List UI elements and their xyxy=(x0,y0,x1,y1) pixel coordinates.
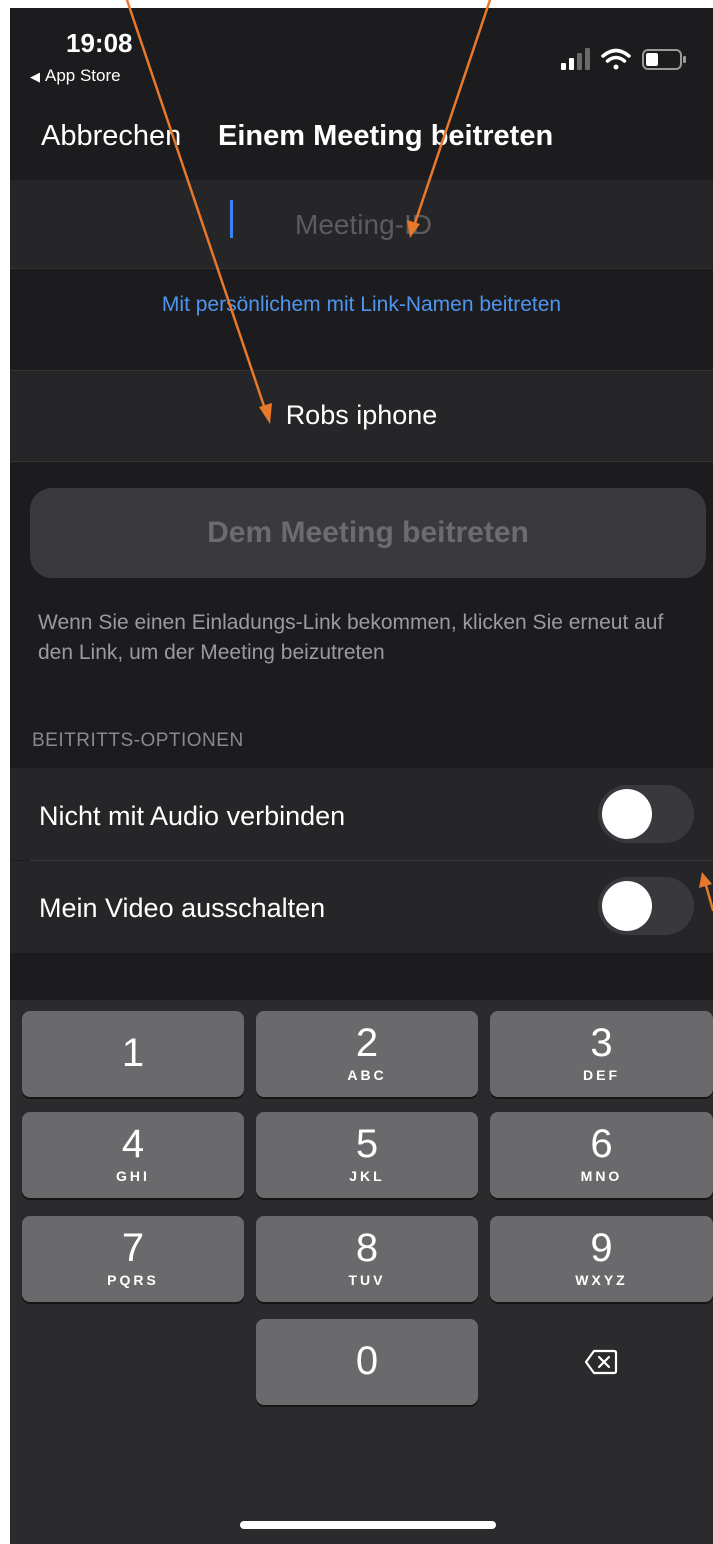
audio-toggle[interactable] xyxy=(598,785,694,843)
key-1[interactable]: 1 xyxy=(22,1011,244,1097)
page-title: Einem Meeting beitreten xyxy=(218,120,554,152)
key-digit: 2 xyxy=(355,1021,379,1065)
key-letters: TUV xyxy=(348,1272,386,1288)
key-letters: ABC xyxy=(347,1067,387,1083)
key-letters: GHI xyxy=(116,1168,150,1184)
backspace-icon xyxy=(584,1349,618,1375)
back-triangle-icon: ◀ xyxy=(30,69,40,84)
key-5[interactable]: 5 JKL xyxy=(256,1112,478,1198)
cancel-button[interactable]: Abbrechen xyxy=(41,120,181,153)
key-4[interactable]: 4 GHI xyxy=(22,1112,244,1198)
join-meeting-button[interactable]: Dem Meeting beitreten xyxy=(30,488,706,578)
back-app-label: App Store xyxy=(45,66,121,85)
option-label-audio: Nicht mit Audio verbinden xyxy=(39,801,346,831)
status-time: 19:08 xyxy=(66,28,133,58)
key-letters: PQRS xyxy=(107,1272,159,1288)
display-name-field[interactable]: Robs iphone xyxy=(10,400,713,431)
join-options-header: BEITRITTS-OPTIONEN xyxy=(32,730,244,751)
signal-icon xyxy=(561,48,590,70)
invite-link-hint: Wenn Sie einen Einladungs-Link bekommen,… xyxy=(38,611,664,664)
key-letters: WXYZ xyxy=(575,1272,628,1288)
key-8[interactable]: 8 TUV xyxy=(256,1216,478,1302)
key-letters: DEF xyxy=(583,1067,620,1083)
key-letters: JKL xyxy=(349,1168,385,1184)
key-6[interactable]: 6 MNO xyxy=(490,1112,713,1198)
join-with-link-name-link[interactable]: Mit persönlichem mit Link-Namen beitrete… xyxy=(10,293,713,317)
phone-screen: 19:08 ◀ App Store Abbrechen Einem Meeting… xyxy=(10,8,713,1544)
key-digit: 9 xyxy=(590,1226,613,1270)
key-3[interactable]: 3 DEF xyxy=(490,1011,713,1097)
key-digit: 4 xyxy=(121,1122,145,1166)
status-icons xyxy=(561,48,686,70)
key-7[interactable]: 7 PQRS xyxy=(22,1216,244,1302)
key-2[interactable]: 2 ABC xyxy=(256,1011,478,1097)
wifi-icon xyxy=(601,48,631,70)
key-digit: 8 xyxy=(355,1226,379,1270)
key-digit: 5 xyxy=(355,1122,379,1166)
battery-icon xyxy=(642,49,686,70)
video-toggle[interactable] xyxy=(598,877,694,935)
home-indicator xyxy=(240,1521,496,1529)
backspace-key[interactable] xyxy=(490,1319,712,1405)
key-0[interactable]: 0 xyxy=(256,1319,478,1405)
toggle-knob xyxy=(602,789,652,839)
key-digit: 0 xyxy=(355,1339,379,1383)
key-digit: 3 xyxy=(590,1021,613,1065)
key-digit: 1 xyxy=(121,1031,145,1075)
key-digit: 6 xyxy=(590,1122,613,1166)
option-label-video: Mein Video ausschalten xyxy=(39,893,326,923)
back-to-app-store[interactable]: ◀ App Store xyxy=(30,66,121,86)
key-9[interactable]: 9 WXYZ xyxy=(490,1216,713,1302)
key-letters: MNO xyxy=(580,1168,623,1184)
key-digit: 7 xyxy=(121,1226,145,1270)
toggle-knob xyxy=(602,881,652,931)
meeting-id-input[interactable] xyxy=(10,180,713,270)
text-cursor xyxy=(230,200,233,238)
